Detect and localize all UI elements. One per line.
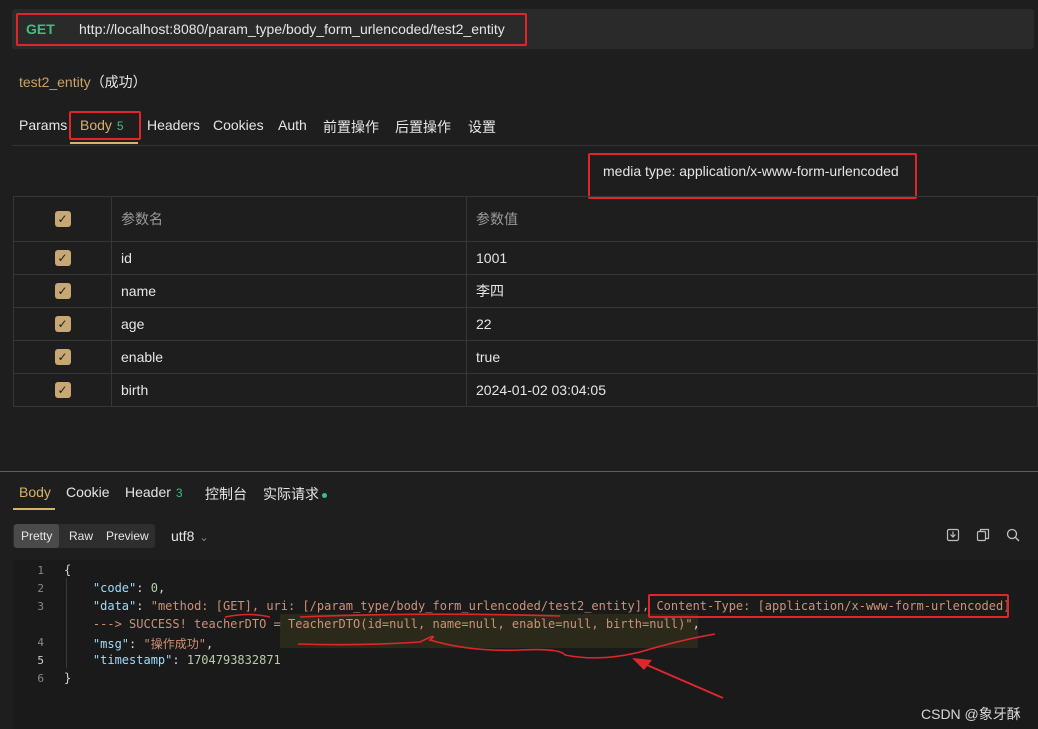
annotation-scribble <box>224 613 724 699</box>
watermark: CSDN @象牙酥 <box>921 706 1021 722</box>
